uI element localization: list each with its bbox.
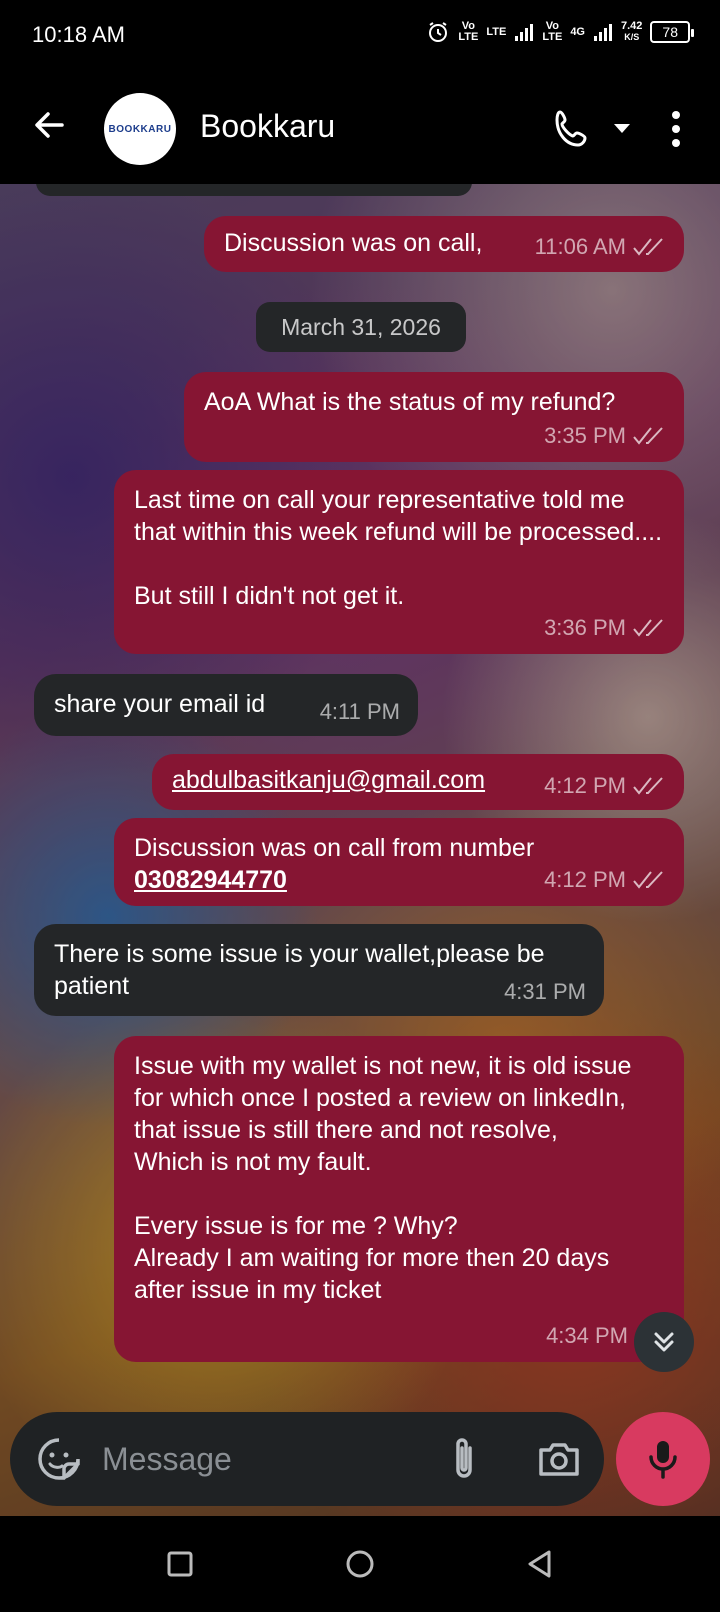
message-text: share your email id (54, 690, 266, 718)
message-time: 4:31 PM (504, 979, 586, 1004)
message-composer (10, 1412, 604, 1506)
double-check-icon (633, 427, 663, 445)
message-outgoing[interactable]: Discussion was on call from number 03082… (114, 818, 684, 906)
signal-icon-2 (594, 24, 612, 41)
double-check-icon (633, 238, 663, 256)
volte-indicator-1: Vo LTE (458, 20, 479, 43)
volte-indicator-2: Vo LTE (542, 20, 563, 43)
sticker-icon[interactable] (36, 1436, 82, 1482)
chevrons-down-icon (654, 1332, 674, 1352)
status-bar: 10:18 AM Vo LTE LTE Vo LTE 4G 7.42 K/S 78 (0, 0, 720, 72)
message-text: Discussion was on call from number (134, 834, 535, 862)
message-time: 3:35 PM (544, 423, 626, 448)
chat-messages[interactable]: 11:05 AM Discussion was on call, 11:06 A… (0, 184, 720, 1516)
message-input[interactable] (102, 1430, 422, 1488)
message-time: 4:12 PM (544, 773, 626, 798)
message-outgoing[interactable]: Issue with my wallet is not new, it is o… (114, 1036, 684, 1362)
contact-name[interactable]: Bookkaru (200, 108, 335, 145)
alarm-icon (429, 22, 448, 42)
partial-message-time: 11:05 AM (36, 184, 472, 196)
message-time: 11:06 AM (534, 234, 626, 259)
double-check-icon (633, 777, 663, 795)
signal-icon-1 (515, 24, 534, 41)
network-speed: 7.42 K/S (621, 20, 643, 43)
battery-indicator: 78 (650, 21, 694, 43)
email-link[interactable]: abdulbasitkanju@gmail.com (172, 766, 485, 794)
circle-icon[interactable] (338, 1542, 382, 1586)
mic-icon (649, 1441, 677, 1479)
message-text: Last time on call your representative to… (134, 486, 663, 610)
message-outgoing[interactable]: Last time on call your representative to… (114, 470, 684, 654)
message-text: AoA What is the status of my refund? (204, 388, 616, 416)
square-icon[interactable] (158, 1542, 202, 1586)
message-time: 4:34 PM (546, 1323, 628, 1348)
message-outgoing[interactable]: AoA What is the status of my refund? 3:3… (184, 372, 684, 462)
chat-header: BOOKKARU Bookkaru (0, 72, 720, 184)
double-check-icon (633, 871, 663, 889)
status-icons: Vo LTE LTE Vo LTE 4G 7.42 K/S 78 (426, 20, 694, 44)
message-incoming[interactable]: share your email id 4:11 PM (34, 674, 418, 736)
mic-button[interactable] (616, 1412, 710, 1506)
phone-icon[interactable] (550, 106, 596, 152)
status-time: 10:18 AM (32, 22, 125, 47)
system-nav-bar (0, 1516, 720, 1612)
camera-icon[interactable] (536, 1436, 582, 1482)
message-text: Issue with my wallet is not new, it is o… (134, 1052, 632, 1304)
lte-indicator: LTE (486, 25, 507, 38)
more-vertical-icon[interactable] (662, 106, 690, 152)
date-separator: March 31, 2026 (256, 302, 466, 352)
scroll-to-bottom-button[interactable] (634, 1312, 694, 1372)
caret-down-icon[interactable] (610, 118, 634, 138)
triangle-back-icon[interactable] (518, 1542, 562, 1586)
avatar[interactable]: BOOKKARU (104, 93, 176, 165)
avatar-logo: BOOKKARU (108, 123, 172, 135)
message-outgoing[interactable]: abdulbasitkanju@gmail.com 4:12 PM (152, 754, 684, 810)
4g-indicator: 4G (570, 25, 585, 38)
message-incoming[interactable]: There is some issue is your wallet,pleas… (34, 924, 604, 1016)
message-time: 4:11 PM (319, 699, 400, 724)
message-text: Discussion was on call, (224, 229, 483, 257)
message-time: 3:36 PM (544, 615, 626, 640)
paperclip-icon[interactable] (444, 1434, 484, 1484)
message-text: There is some issue is your wallet,pleas… (54, 940, 552, 1000)
back-arrow-icon[interactable] (26, 102, 72, 148)
message-outgoing[interactable]: Discussion was on call, 11:06 AM (204, 216, 684, 272)
double-check-icon (633, 619, 663, 637)
message-time: 4:12 PM (544, 867, 626, 892)
